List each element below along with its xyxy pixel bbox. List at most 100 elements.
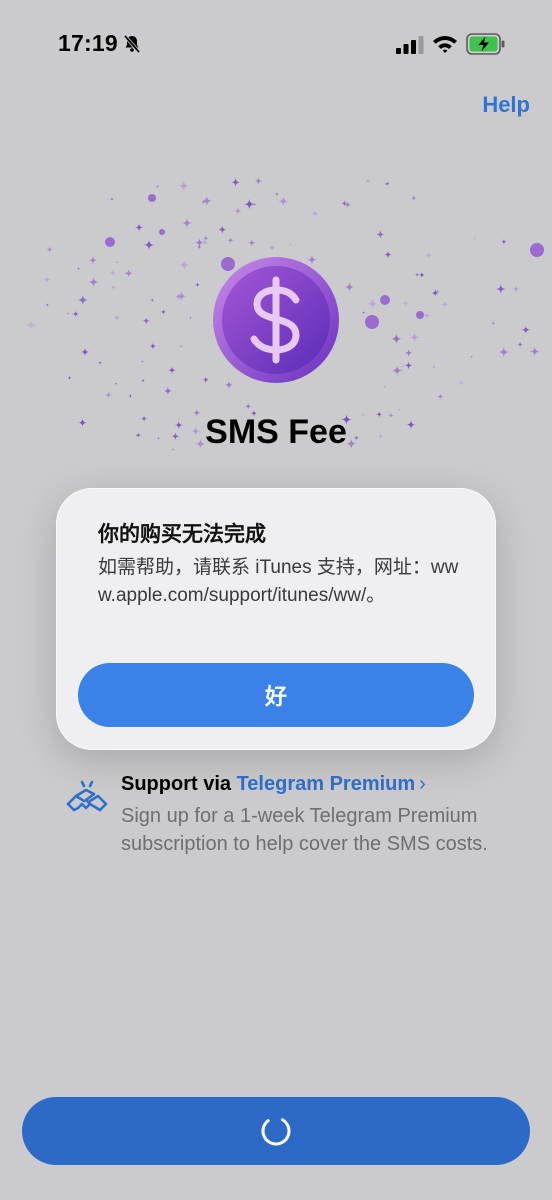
- sparkle-icon: [163, 386, 173, 396]
- sparkle-icon: [104, 390, 113, 399]
- small-coin-icon: [365, 315, 379, 329]
- sparkle-icon: [72, 310, 80, 318]
- alert-ok-button[interactable]: 好: [78, 663, 474, 727]
- sparkle-icon: [472, 236, 477, 241]
- sparkle-icon: [155, 184, 160, 189]
- sparkle-icon: [149, 342, 157, 350]
- loading-spinner-icon: [261, 1116, 291, 1146]
- sparkle-icon: [404, 361, 413, 370]
- alert-message: 如需帮助，请联系 iTunes 支持，网址：www.apple.com/supp…: [98, 557, 459, 606]
- status-bar: 17:19: [0, 0, 552, 90]
- status-time: 17:19: [58, 30, 118, 56]
- sparkle-icon: [431, 289, 440, 298]
- support-description: Sign up for a 1-week Telegram Premium su…: [121, 805, 488, 855]
- sparkle-icon: [160, 308, 167, 315]
- sparkle-icon: [243, 198, 256, 211]
- sparkle-icon: [196, 244, 202, 250]
- sparkle-icon: [45, 245, 54, 254]
- sparkle-icon: [140, 378, 146, 383]
- page-title: SMS Fee: [205, 413, 347, 451]
- sparkle-icon: [76, 294, 89, 306]
- sparkle-icon: [274, 191, 280, 197]
- sparkle-icon: [424, 250, 434, 260]
- sparkle-icon: [344, 281, 355, 293]
- cellular-signal-icon: [396, 36, 424, 54]
- sparkle-icon: [168, 366, 176, 375]
- continue-button[interactable]: [22, 1097, 530, 1165]
- sparkle-icon: [128, 393, 133, 399]
- bell-slash-icon: [123, 34, 141, 54]
- sparkle-icon: [436, 392, 444, 401]
- sparkle-icon: [268, 244, 276, 251]
- sparkle-icon: [529, 346, 541, 357]
- sparkle-icon: [181, 217, 193, 229]
- handshake-icon: [66, 780, 108, 812]
- sparkle-icon: [311, 210, 319, 217]
- small-coin-icon: [148, 194, 156, 202]
- sparkle-icon: [143, 239, 155, 251]
- sparkle-icon: [227, 237, 234, 244]
- sparkle-icon: [431, 365, 436, 369]
- sparkle-icon: [202, 239, 208, 246]
- sparkle-icon: [109, 196, 115, 202]
- sparkle-icon: [76, 266, 81, 271]
- sparkle-icon: [177, 180, 190, 192]
- sparkle-icon: [88, 255, 98, 265]
- sparkle-icon: [25, 319, 37, 331]
- sparkle-icon: [397, 408, 401, 412]
- sparkle-icon: [517, 341, 524, 348]
- sparkle-icon: [361, 310, 366, 315]
- sparkle-icon: [114, 382, 118, 386]
- sparkle-icon: [497, 346, 510, 358]
- sparkle-icon: [188, 315, 193, 320]
- support-prefix: Support via: [121, 773, 237, 795]
- sparkle-icon: [521, 325, 531, 335]
- sparkle-icon: [254, 176, 263, 186]
- sparkle-icon: [344, 201, 352, 209]
- help-link[interactable]: Help: [482, 92, 530, 118]
- sparkle-icon: [383, 250, 393, 259]
- support-title[interactable]: Support via Telegram Premium ›: [121, 773, 426, 796]
- telegram-premium-link[interactable]: Telegram Premium: [237, 773, 416, 795]
- sparkle-icon: [140, 359, 145, 364]
- small-coin-icon: [530, 243, 544, 257]
- dollar-coin-icon: [213, 257, 339, 383]
- sparkle-icon: [400, 364, 406, 369]
- sparkle-icon: [194, 282, 201, 288]
- sparkle-icon: [512, 285, 520, 293]
- sparkle-icon: [418, 271, 425, 279]
- sparkle-icon: [134, 222, 144, 232]
- small-coin-icon: [159, 229, 165, 235]
- sparkle-icon: [87, 276, 100, 288]
- sparkle-icon: [202, 234, 210, 242]
- sparkle-icon: [288, 242, 292, 246]
- sparkle-icon: [217, 225, 227, 235]
- sparkle-icon: [365, 178, 371, 184]
- small-coin-icon: [380, 295, 390, 305]
- sparkle-icon: [490, 320, 496, 327]
- sparkle-icon: [495, 283, 507, 295]
- sparkle-icon: [142, 316, 151, 325]
- sparkle-icon: [391, 364, 404, 377]
- sparkle-icon: [366, 297, 379, 310]
- sparkle-icon: [390, 332, 403, 345]
- sparkle-icon: [440, 300, 449, 309]
- sparkle-icon: [247, 238, 256, 247]
- sparkle-icon: [202, 376, 210, 384]
- chevron-right-icon: ›: [419, 773, 426, 795]
- sparkle-icon: [414, 271, 420, 278]
- sparkle-icon: [410, 194, 417, 202]
- sparkle-icon: [109, 269, 117, 277]
- sparkle-icon: [123, 268, 134, 278]
- sparkle-icon: [175, 290, 188, 302]
- sparkle-icon: [470, 355, 474, 359]
- sparkle-icon: [178, 259, 190, 271]
- sparkle-icon: [43, 276, 51, 284]
- sparkle-icon: [375, 229, 386, 240]
- sparkle-icon: [115, 260, 119, 264]
- sparkle-icon: [179, 344, 183, 348]
- sparkle-icon: [110, 284, 116, 291]
- battery-charging-icon: [466, 33, 505, 55]
- purchase-failed-alert: 你的购买无法完成 如需帮助，请联系 iTunes 支持，网址：www.apple…: [56, 488, 496, 750]
- sparkle-icon: [80, 347, 90, 357]
